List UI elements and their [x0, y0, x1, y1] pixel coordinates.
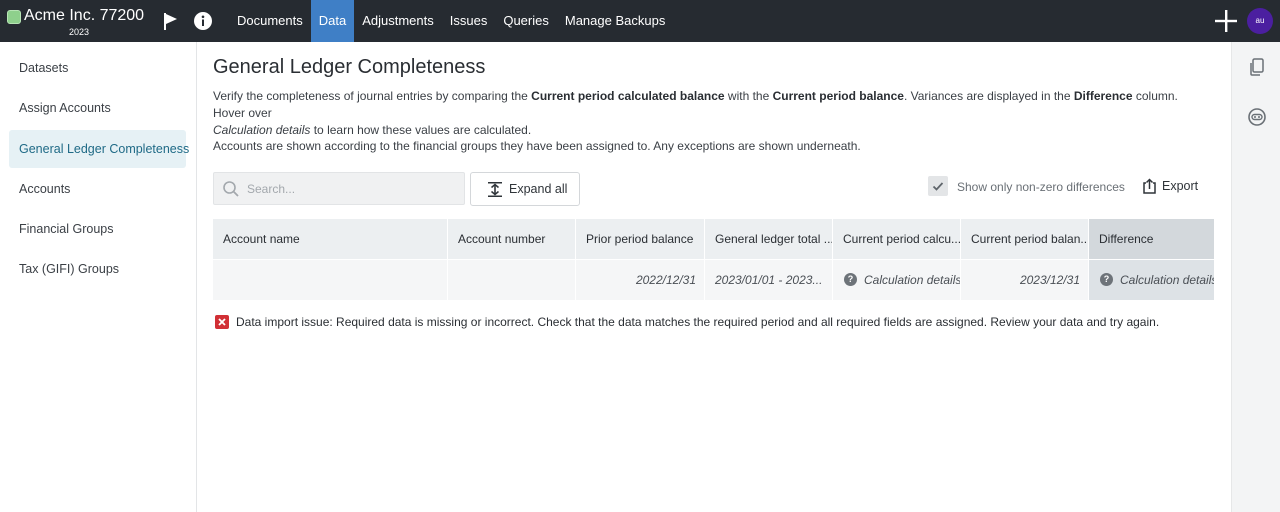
nav-manage-backups[interactable]: Manage Backups: [557, 0, 673, 42]
page-title: General Ledger Completeness: [213, 56, 486, 78]
cell-current-period-balance: 2023/12/31: [961, 260, 1089, 300]
export-button[interactable]: Export: [1140, 176, 1204, 198]
difference-calculation-details-link[interactable]: Calculation details: [1120, 273, 1214, 287]
company-year: 2023: [69, 27, 90, 37]
sidebar-item-tax-gifi-groups[interactable]: Tax (GIFI) Groups: [9, 250, 186, 288]
calculation-details-link[interactable]: Calculation details: [864, 273, 960, 287]
cell-account-name: [213, 260, 448, 300]
flag-icon[interactable]: [160, 10, 182, 32]
sidebar-item-general-ledger-completeness[interactable]: General Ledger Completeness: [9, 130, 189, 168]
search-box: [213, 172, 465, 205]
info-icon[interactable]: [193, 11, 213, 31]
column-header-account-number[interactable]: Account number: [448, 219, 576, 259]
gl-completeness-table: Account name Account number Prior period…: [213, 219, 1214, 302]
avatar[interactable]: au: [1247, 8, 1273, 34]
column-header-prior-period-balance[interactable]: Prior period balance: [576, 219, 705, 259]
right-rail: [1231, 42, 1280, 512]
chat-icon[interactable]: [1247, 107, 1267, 127]
column-header-current-period-balance[interactable]: Current period balan...: [961, 219, 1089, 259]
expand-all-button[interactable]: Expand all: [470, 172, 580, 206]
sidebar-item-financial-groups[interactable]: Financial Groups: [9, 210, 186, 248]
company-switcher[interactable]: Acme Inc. 77200 2023: [7, 7, 147, 39]
cell-prior-period-balance: 2022/12/31: [576, 260, 705, 300]
plus-icon[interactable]: [1213, 8, 1239, 34]
search-input[interactable]: [247, 180, 457, 198]
copy-icon[interactable]: [1247, 57, 1267, 77]
help-icon: ?: [844, 273, 857, 287]
check-icon: [932, 182, 944, 191]
expand-all-label: Expand all: [509, 182, 568, 196]
sidebar-item-accounts[interactable]: Accounts: [9, 170, 186, 208]
nav-data[interactable]: Data: [310, 0, 355, 42]
non-zero-differences-label[interactable]: Show only non-zero differences: [957, 180, 1125, 194]
column-header-account-name[interactable]: Account name: [213, 219, 448, 259]
nav-adjustments[interactable]: Adjustments: [354, 0, 442, 42]
grouping-note: Accounts are shown according to the fina…: [213, 139, 861, 153]
help-icon: ?: [1100, 273, 1113, 287]
expand-icon: [488, 182, 502, 197]
sidebar-item-datasets[interactable]: Datasets: [9, 49, 186, 87]
column-header-general-ledger-total[interactable]: General ledger total ...: [705, 219, 833, 259]
export-icon: [1142, 178, 1157, 194]
cell-difference[interactable]: ? Calculation details: [1089, 260, 1214, 300]
nav-documents[interactable]: Documents: [229, 0, 311, 42]
cell-account-number: [448, 260, 576, 300]
sidebar-item-assign-accounts[interactable]: Assign Accounts: [9, 89, 186, 127]
search-icon: [222, 180, 240, 198]
main-nav: Documents Data Adjustments Issues Querie…: [229, 0, 673, 42]
non-zero-differences-checkbox[interactable]: [928, 176, 948, 196]
sidebar: Datasets Assign Accounts General Ledger …: [0, 42, 197, 512]
export-label: Export: [1162, 179, 1199, 193]
page-description: Verify the completeness of journal entri…: [213, 89, 1178, 137]
nav-issues[interactable]: Issues: [442, 0, 496, 42]
cell-current-period-calculated[interactable]: ? Calculation details: [833, 260, 961, 300]
company-name: Acme Inc. 77200: [24, 7, 145, 24]
top-bar: Acme Inc. 77200 2023 Documents Data Adju…: [0, 0, 1280, 42]
nav-queries[interactable]: Queries: [495, 0, 557, 42]
data-import-error: Data import issue: Required data is miss…: [215, 315, 1225, 331]
error-message: Data import issue: Required data is miss…: [236, 315, 1160, 329]
column-header-difference[interactable]: Difference: [1089, 219, 1214, 259]
company-status-icon: [7, 10, 21, 24]
column-header-current-period-calculated[interactable]: Current period calcu...: [833, 219, 961, 259]
cell-general-ledger-total: 2023/01/01 - 2023...: [705, 260, 833, 300]
error-icon: [215, 315, 229, 329]
